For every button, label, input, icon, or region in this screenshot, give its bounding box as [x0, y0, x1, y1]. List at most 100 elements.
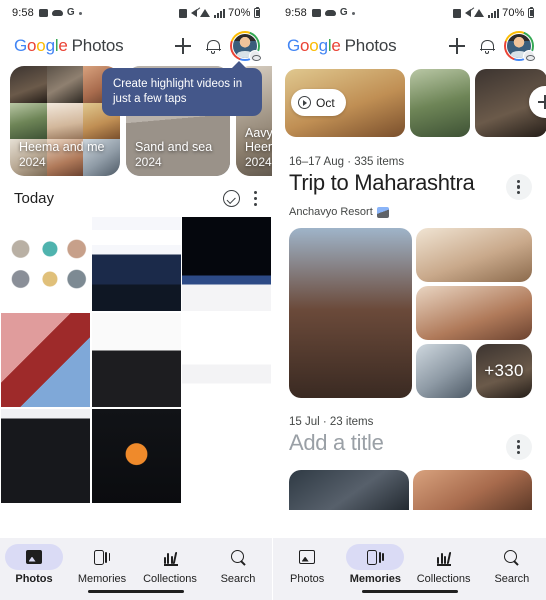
nav-item-search[interactable]: Search [478, 544, 546, 585]
memory-title-placeholder[interactable]: Add a title [289, 430, 506, 456]
memory-meta: 15 Jul · 23 items [289, 416, 374, 428]
nav-item-collections[interactable]: Collections [136, 544, 204, 585]
memory-card-title: Sand and sea [135, 140, 213, 154]
photo-thumbnail-overflow[interactable]: +330 [476, 344, 532, 398]
google-icon: G [339, 7, 348, 18]
location-photo-icon [376, 206, 389, 218]
nav-item-photos[interactable]: Photos [273, 544, 341, 585]
memory-meta: 16–17 Aug · 335 items [289, 156, 405, 168]
status-notification-icons: G [38, 7, 82, 18]
nav-label-memories: Memories [77, 573, 127, 585]
nav-pill-collections [141, 544, 199, 570]
month-carousel[interactable]: Oct [273, 66, 546, 138]
nav-label-photos: Photos [290, 573, 325, 585]
gesture-home-bar[interactable] [88, 589, 184, 593]
month-chip[interactable]: Oct [291, 89, 346, 116]
logo-letter-g2: g [318, 36, 328, 55]
logo-letter-g: G [14, 36, 28, 55]
carousel-thumbnail[interactable] [410, 69, 470, 137]
nav-item-photos[interactable]: Photos [0, 544, 68, 585]
logo-letter-o1: o [27, 36, 37, 55]
highlight-videos-tooltip[interactable]: Create highlight videos in just a few ta… [102, 61, 262, 116]
nav-item-collections[interactable]: Collections [410, 544, 478, 585]
memory-photo-grid[interactable]: +330 [273, 218, 546, 398]
photo-thumbnail[interactable] [182, 408, 271, 503]
memory-subtitle: Anchavyo Resort [289, 206, 373, 218]
select-checkmark-icon[interactable] [223, 190, 240, 207]
logo-letter-o2: o [309, 36, 319, 55]
memory-card-year: 2024 [245, 155, 272, 169]
memory-more-options-button[interactable] [506, 174, 532, 200]
status-time: 9:58 [285, 7, 307, 19]
nav-item-search[interactable]: Search [204, 544, 272, 585]
notifications-button[interactable] [198, 31, 228, 61]
nav-pill-search [209, 544, 267, 570]
photos-icon [26, 550, 42, 564]
nav-pill-memories [73, 544, 131, 570]
status-system-icons: 70% [453, 6, 534, 19]
memory-more-options-button[interactable] [506, 434, 532, 460]
vibrate-icon [179, 8, 188, 18]
photo-thumbnail[interactable] [1, 408, 90, 503]
signal-bars-icon [213, 8, 225, 18]
memory-photo-grid[interactable] [273, 460, 546, 510]
kebab-icon [517, 439, 521, 455]
app-bar: Google Photos [273, 26, 546, 66]
month-chip-label: Oct [316, 95, 335, 110]
nav-pill-photos [5, 544, 63, 570]
today-more-options-button[interactable] [254, 191, 258, 206]
app-bar: Google Photos [0, 26, 272, 66]
memory-card-title-block: Sand and sea 2024 [135, 140, 224, 169]
plus-icon [175, 38, 191, 54]
gesture-home-bar[interactable] [361, 589, 458, 593]
photo-thumbnail[interactable] [416, 228, 532, 282]
add-button[interactable] [168, 31, 198, 61]
photo-thumbnail[interactable] [416, 344, 472, 398]
left-phone-screen: 9:58 G 70% Google Photos Heema and me 20… [0, 0, 273, 600]
memory-title[interactable]: Trip to Maharashtra [289, 170, 506, 196]
photo-thumbnail[interactable] [91, 312, 181, 408]
play-icon [298, 96, 311, 109]
photo-thumbnail-column: +330 [416, 228, 532, 398]
mute-icon [190, 9, 197, 17]
battery-icon [528, 6, 534, 18]
collections-icon [437, 551, 452, 566]
bottom-navigation-bar[interactable]: Photos Memories Collections Search [273, 538, 546, 600]
nav-label-photos: Photos [15, 573, 53, 585]
nav-item-memories[interactable]: Memories [341, 544, 409, 585]
plus-icon [538, 95, 546, 109]
photo-thumbnail-row: +330 [416, 344, 532, 398]
photo-thumbnail[interactable] [1, 312, 90, 408]
notifications-button[interactable] [472, 31, 502, 61]
nav-pill-photos [278, 544, 336, 570]
memory-card-title: Heema and me [19, 140, 105, 154]
create-memory-button[interactable] [529, 86, 546, 118]
photo-thumbnail[interactable] [91, 408, 181, 503]
photo-thumbnail-large[interactable] [289, 228, 412, 398]
logo-letter-g2: g [45, 36, 55, 55]
photo-thumbnail[interactable] [289, 470, 409, 510]
today-section-header: Today [0, 176, 272, 217]
photo-thumbnail[interactable] [412, 470, 532, 510]
photo-grid[interactable] [0, 217, 272, 503]
carousel-thumbnail[interactable] [475, 69, 546, 137]
right-phone-screen: 9:58 G 70% Google Photos Oct 16–17 Aug ·… [273, 0, 546, 600]
account-avatar-button[interactable] [230, 31, 261, 62]
vibrate-icon [453, 8, 462, 18]
add-button[interactable] [442, 31, 472, 61]
memory-card-title: Aavyan & Heema [245, 126, 273, 154]
google-photos-logo: Google Photos [14, 36, 124, 56]
photo-thumbnail[interactable] [1, 217, 90, 312]
account-avatar-button[interactable] [504, 31, 535, 62]
nav-item-memories[interactable]: Memories [68, 544, 136, 585]
photo-thumbnail[interactable] [91, 217, 181, 312]
photo-thumbnail[interactable] [416, 286, 532, 340]
google-icon: G [66, 7, 75, 18]
wifi-icon [200, 9, 211, 17]
carousel-thumbnail[interactable]: Oct [285, 69, 405, 137]
photo-thumbnail[interactable] [182, 217, 271, 312]
bell-icon [205, 39, 221, 54]
logo-letter-o2: o [36, 36, 46, 55]
bottom-navigation-bar[interactable]: Photos Memories Collections Search [0, 538, 272, 600]
photo-thumbnail[interactable] [182, 312, 271, 408]
